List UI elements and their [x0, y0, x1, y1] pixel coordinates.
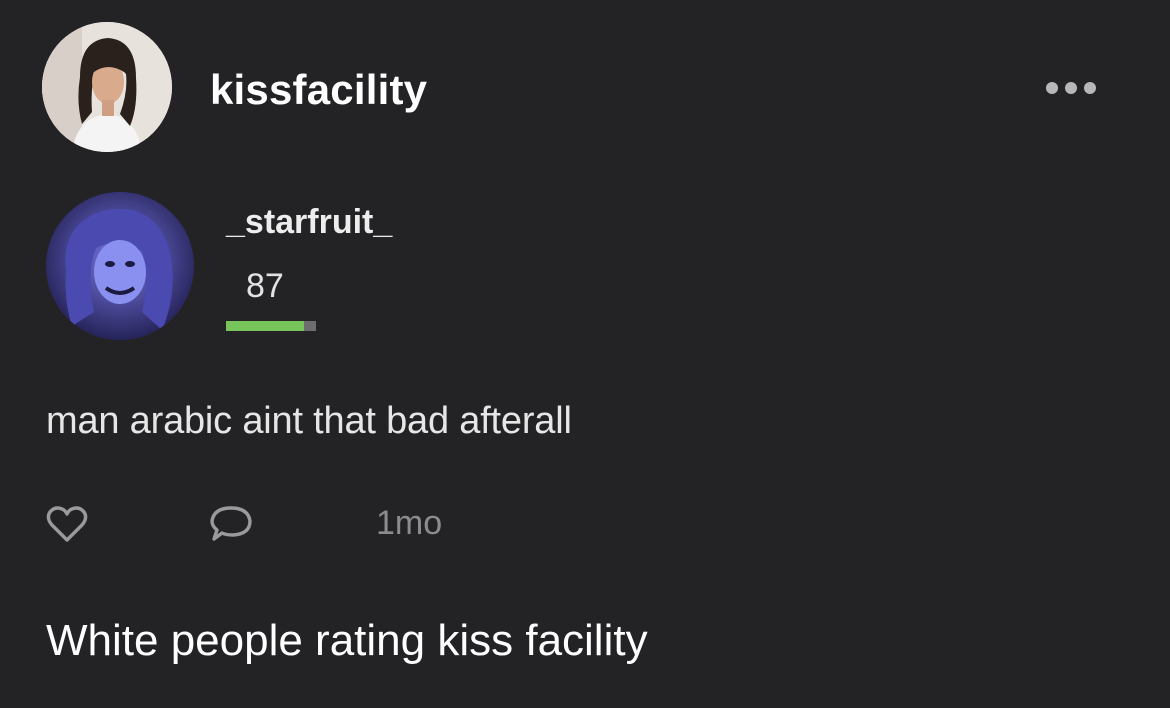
- score-bar-fill: [226, 321, 305, 331]
- author-avatar[interactable]: [42, 22, 172, 152]
- quoted-review-screenshot: _starfruit_ 87 man arabic aint that bad …: [0, 180, 1170, 570]
- author-username[interactable]: kissfacility: [210, 66, 427, 114]
- timestamp: 1mo: [376, 504, 443, 542]
- quoted-avatar: [46, 192, 194, 340]
- ellipsis-icon-dot: [1065, 82, 1077, 94]
- author-avatar-image: [42, 22, 172, 152]
- quoted-username: _starfruit_: [226, 203, 393, 241]
- post-header: kissfacility: [0, 0, 1170, 175]
- score-bar: [226, 321, 316, 331]
- post: kissfacility _starfruit_ 87 man arabic a…: [0, 0, 1170, 708]
- comment-icon: [210, 506, 252, 541]
- more-options-button[interactable]: [1036, 70, 1106, 106]
- quoted-score: 87: [246, 267, 284, 305]
- quoted-comment-text: man arabic aint that bad afterall: [46, 400, 572, 442]
- heart-icon: [46, 506, 88, 542]
- ellipsis-icon-dot: [1084, 82, 1096, 94]
- quoted-actions: 1mo: [46, 500, 646, 548]
- quoted-avatar-image: [46, 192, 194, 340]
- post-caption: White people rating kiss facility: [46, 616, 648, 665]
- ellipsis-icon-dot: [1046, 82, 1058, 94]
